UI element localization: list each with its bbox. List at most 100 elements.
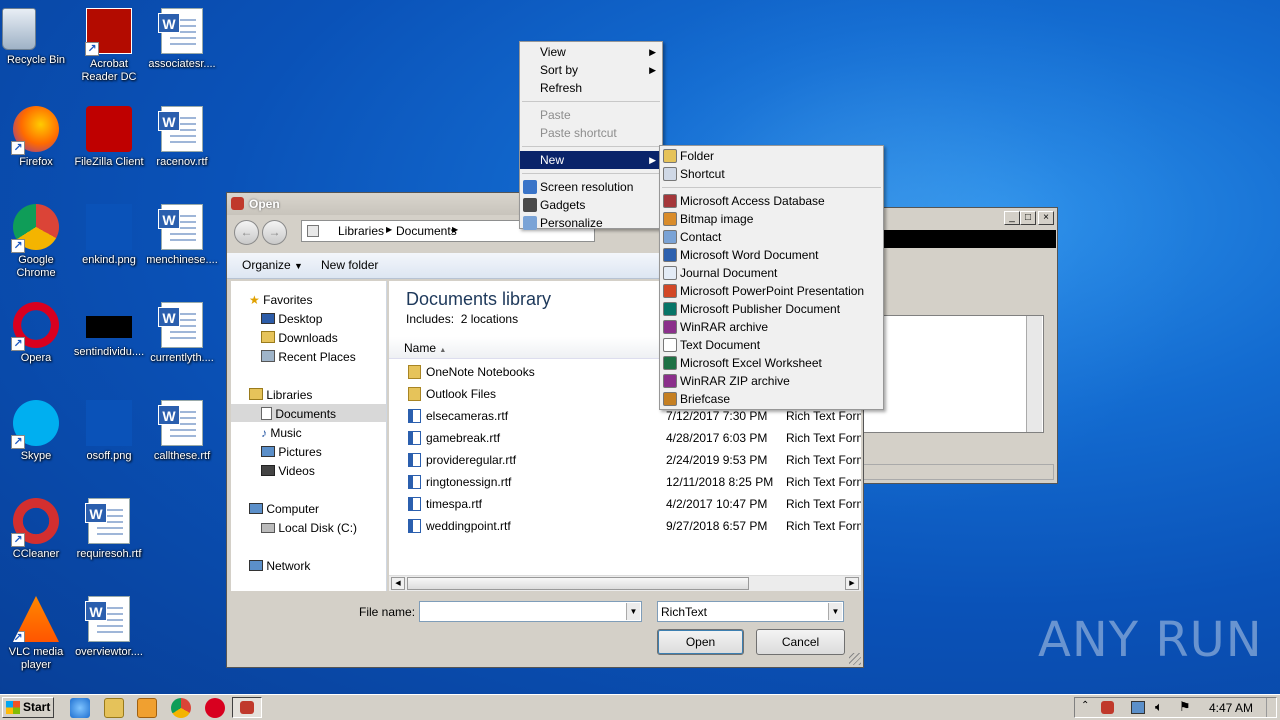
column-header-name[interactable]: Name ▲ xyxy=(404,341,446,355)
ie-icon[interactable] xyxy=(70,698,90,718)
desktop-icon-sentindividu[interactable]: sentindividu.... xyxy=(69,296,149,388)
media-player-icon[interactable] xyxy=(137,698,157,718)
desktop-icon-menchinese[interactable]: Wmenchinese.... xyxy=(142,198,222,290)
desktop-icon-enkind-png[interactable]: enkind.png xyxy=(69,198,149,290)
nav-pictures[interactable]: Pictures xyxy=(261,445,322,459)
breadcrumb-arrow-icon[interactable]: ▶ xyxy=(452,225,458,234)
menu-item-personalize[interactable]: Personalize xyxy=(520,214,662,232)
new-item-microsoft-word-document[interactable]: Microsoft Word Document xyxy=(660,246,883,264)
desktop-icon-associatesr[interactable]: Wassociatesr.... xyxy=(142,2,222,94)
nav-downloads[interactable]: Downloads xyxy=(261,331,338,345)
tray-app-icon[interactable] xyxy=(1101,701,1114,714)
new-item-briefcase[interactable]: Briefcase xyxy=(660,390,883,408)
cancel-button[interactable]: Cancel xyxy=(756,629,845,655)
new-item-folder[interactable]: Folder xyxy=(660,147,883,165)
clock[interactable]: 4:47 AM xyxy=(1209,701,1253,715)
desktop-icon-opera[interactable]: ↗ Opera xyxy=(0,296,76,388)
menu-item-new[interactable]: New ▶ xyxy=(520,151,662,169)
new-item-shortcut[interactable]: Shortcut xyxy=(660,165,883,183)
desktop-icon-skype[interactable]: ↗ Skype xyxy=(0,394,76,486)
desktop-icon-requiresoh-rtf[interactable]: Wrequiresoh.rtf xyxy=(69,492,149,584)
resize-grip[interactable] xyxy=(849,653,861,665)
new-item-winrar-zip-archive[interactable]: WinRAR ZIP archive xyxy=(660,372,883,390)
back-button[interactable]: ← xyxy=(234,220,259,245)
desktop-icon-filezilla-client[interactable]: FileZilla Client xyxy=(69,100,149,192)
open-button[interactable]: Open xyxy=(657,629,744,655)
nav-network[interactable]: Network xyxy=(249,559,310,573)
tray-expand-icon[interactable]: ⌃ xyxy=(1081,700,1089,711)
new-item-microsoft-publisher-document[interactable]: Microsoft Publisher Document xyxy=(660,300,883,318)
chrome-icon[interactable] xyxy=(171,698,191,718)
nav-libraries[interactable]: Libraries xyxy=(249,388,312,402)
breadcrumb-libraries[interactable]: Libraries xyxy=(338,224,384,238)
file-name-input[interactable]: ▼ xyxy=(419,601,642,622)
scroll-right-button[interactable]: ▶ xyxy=(845,577,859,590)
chevron-down-icon[interactable]: ▼ xyxy=(626,603,640,620)
chevron-down-icon[interactable]: ▼ xyxy=(828,603,842,620)
nav-music[interactable]: ♪ Music xyxy=(261,426,302,440)
file-row[interactable]: provideregular.rtf 2/24/2019 9:53 PM Rich … xyxy=(389,449,861,471)
desktop-icon-racenov-rtf[interactable]: Wracenov.rtf xyxy=(142,100,222,192)
new-item-winrar-archive[interactable]: WinRAR archive xyxy=(660,318,883,336)
network-icon[interactable] xyxy=(1131,701,1145,714)
volume-icon[interactable]: 🔈︎ xyxy=(1155,699,1163,715)
nav-local-disk[interactable]: Local Disk (C:) xyxy=(261,521,357,535)
desktop-icon-google-chrome[interactable]: ↗ Google Chrome xyxy=(0,198,76,290)
desktop-icon-callthese-rtf[interactable]: Wcallthese.rtf xyxy=(142,394,222,486)
nav-desktop[interactable]: Desktop xyxy=(261,312,322,326)
desktop-icon-ccleaner[interactable]: ↗ CCleaner xyxy=(0,492,76,584)
organize-button[interactable]: Organize ▼ xyxy=(242,258,303,272)
opera-icon[interactable] xyxy=(205,698,225,718)
taskbar[interactable]: Start ⌃ 🔈︎ ⚑ 4:47 AM xyxy=(0,694,1280,720)
desktop-icon-recycle-bin[interactable]: Recycle Bin xyxy=(0,2,76,94)
desktop-icon-overviewtor[interactable]: Woverviewtor.... xyxy=(69,590,149,682)
horizontal-scrollbar[interactable]: ◀ ▶ xyxy=(389,575,861,591)
breadcrumb-arrow-icon[interactable]: ▶ xyxy=(386,225,392,234)
new-item-microsoft-powerpoint-presentation[interactable]: Microsoft PowerPoint Presentation xyxy=(660,282,883,300)
forward-button[interactable]: → xyxy=(262,220,287,245)
menu-item-refresh[interactable]: Refresh xyxy=(520,79,662,97)
new-folder-button[interactable]: New folder xyxy=(321,258,378,272)
menu-item-screen-resolution[interactable]: Screen resolution xyxy=(520,178,662,196)
active-app-button[interactable] xyxy=(232,697,262,718)
show-desktop-button[interactable] xyxy=(1266,698,1276,717)
breadcrumb-documents[interactable]: Documents xyxy=(396,224,457,238)
new-submenu[interactable]: Folder Shortcut Microsoft Access Database B… xyxy=(659,145,884,410)
navigation-pane[interactable]: ★ Favorites Desktop Downloads Recent Pla… xyxy=(231,281,387,591)
start-button[interactable]: Start xyxy=(2,697,54,718)
bg-window-scrollbar[interactable] xyxy=(1026,316,1042,432)
menu-item-paste[interactable]: Paste xyxy=(520,106,662,124)
nav-computer[interactable]: Computer xyxy=(249,502,319,516)
file-row[interactable]: weddingpoint.rtf 9/27/2018 6:57 PM Rich Te… xyxy=(389,515,861,537)
explorer-icon[interactable] xyxy=(104,698,124,718)
scroll-thumb[interactable] xyxy=(407,577,749,590)
flag-icon[interactable]: ⚑ xyxy=(1179,699,1191,715)
nav-videos[interactable]: Videos xyxy=(261,464,315,478)
file-row[interactable]: gamebreak.rtf 4/28/2017 6:03 PM Rich Text … xyxy=(389,427,861,449)
new-item-text-document[interactable]: Text Document xyxy=(660,336,883,354)
desktop-icon-firefox[interactable]: ↗ Firefox xyxy=(0,100,76,192)
desktop-context-menu[interactable]: View ▶ Sort by ▶ Refresh Paste Paste shortcut N… xyxy=(519,41,663,232)
new-item-microsoft-access-database[interactable]: Microsoft Access Database xyxy=(660,192,883,210)
bg-window-textarea[interactable] xyxy=(862,315,1044,433)
menu-item-sort-by[interactable]: Sort by ▶ xyxy=(520,61,662,79)
menu-item-paste-shortcut[interactable]: Paste shortcut xyxy=(520,124,662,142)
nav-favorites[interactable]: ★ Favorites xyxy=(249,293,312,307)
new-item-journal-document[interactable]: Journal Document xyxy=(660,264,883,282)
scroll-left-button[interactable]: ◀ xyxy=(391,577,405,590)
new-item-bitmap-image[interactable]: Bitmap image xyxy=(660,210,883,228)
minimize-button[interactable]: _ xyxy=(1004,211,1020,225)
close-button[interactable]: × xyxy=(1038,211,1054,225)
background-window[interactable]: _ □ × xyxy=(862,207,1058,484)
maximize-button[interactable]: □ xyxy=(1020,211,1036,225)
nav-documents[interactable]: Documents xyxy=(261,407,336,421)
menu-item-gadgets[interactable]: Gadgets xyxy=(520,196,662,214)
new-item-microsoft-excel-worksheet[interactable]: Microsoft Excel Worksheet xyxy=(660,354,883,372)
nav-recent-places[interactable]: Recent Places xyxy=(261,350,356,364)
file-type-select[interactable]: RichText ▼ xyxy=(657,601,844,622)
file-row[interactable]: ringtonessign.rtf 12/11/2018 8:25 PM Rich … xyxy=(389,471,861,493)
desktop-icon-vlc-media-player[interactable]: ↗ VLC media player xyxy=(0,590,76,682)
file-row[interactable]: timespa.rtf 4/2/2017 10:47 PM Rich Text Fo… xyxy=(389,493,861,515)
desktop-icon-acrobat-reader-dc[interactable]: ↗ Acrobat Reader DC xyxy=(69,2,149,94)
new-item-contact[interactable]: Contact xyxy=(660,228,883,246)
